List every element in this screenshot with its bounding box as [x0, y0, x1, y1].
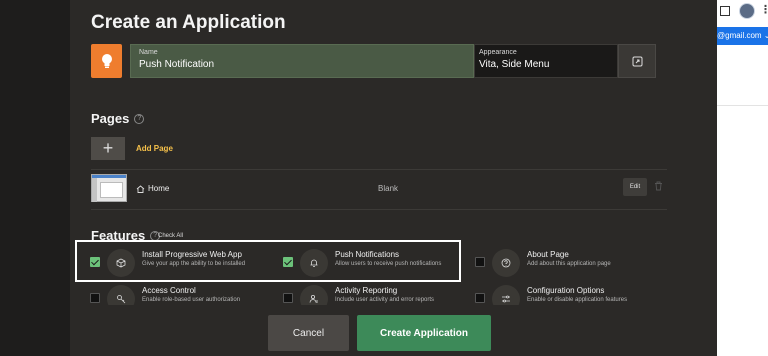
edit-page-button[interactable]: Edit [623, 178, 647, 196]
feature-description: Add about this application page [527, 261, 611, 267]
add-page-link[interactable]: Add Page [136, 144, 173, 153]
feature-title: About Page [527, 250, 569, 259]
name-label: Name [139, 49, 158, 56]
divider [91, 209, 667, 210]
help-icon[interactable]: ? [134, 113, 145, 124]
pages-section-title: Pages ? [91, 111, 145, 126]
divider [91, 169, 667, 170]
appearance-value: Vita, Side Menu [479, 59, 550, 70]
feature-checkbox[interactable] [90, 293, 100, 303]
feature-checkbox[interactable] [475, 293, 485, 303]
page-type: Blank [378, 184, 399, 193]
feature-title: Access Control [142, 286, 196, 295]
home-icon [136, 184, 145, 193]
feature-title: Configuration Options [527, 286, 605, 295]
appearance-label: Appearance [479, 49, 517, 56]
plus-icon: + [102, 138, 114, 158]
lightbulb-icon [101, 54, 112, 68]
question-icon [492, 249, 520, 277]
pages-title: Pages [91, 111, 130, 126]
feature-checkbox[interactable] [475, 257, 485, 267]
page-row-home[interactable]: Home [136, 184, 169, 193]
dialog-title: Create an Application [91, 12, 286, 33]
name-field[interactable]: Name Push Notification [130, 44, 474, 78]
background-page-right: ⋮ @gmail.com ⌄ [717, 0, 768, 356]
menu-dots-icon[interactable]: ⋮ [760, 3, 768, 16]
trash-icon[interactable] [654, 181, 663, 191]
feature-description: Include user activity and error reports [335, 297, 435, 303]
window-icon[interactable] [720, 6, 730, 16]
page-thumbnail [91, 174, 127, 202]
background-page-left [0, 0, 70, 356]
appearance-edit-button[interactable] [618, 44, 656, 78]
name-value: Push Notification [139, 59, 215, 70]
add-page-button[interactable]: + [91, 137, 125, 160]
feature-title: Activity Reporting [335, 286, 398, 295]
account-text: @gmail.com [717, 31, 762, 40]
feature-description: Enable or disable application features [527, 297, 628, 303]
feature-checkbox[interactable] [283, 293, 293, 303]
create-application-dialog: Create an Application Name Push Notifica… [70, 0, 717, 356]
avatar[interactable] [739, 3, 755, 19]
cancel-button[interactable]: Cancel [268, 315, 349, 351]
check-all-link[interactable]: Check All [158, 233, 183, 239]
dialog-footer: Cancel Create Application [70, 305, 717, 356]
feature-description: Enable role-based user authorization [142, 297, 241, 303]
appearance-field[interactable]: Appearance Vita, Side Menu [474, 44, 618, 78]
create-application-button[interactable]: Create Application [357, 315, 491, 351]
divider [717, 105, 768, 106]
external-edit-icon [632, 56, 642, 66]
feature-about-page[interactable]: About Page Add about this application pa… [475, 248, 660, 278]
account-menu[interactable]: @gmail.com ⌄ [717, 27, 768, 45]
selection-highlight [75, 240, 461, 282]
app-icon-picker[interactable] [91, 44, 122, 78]
page-name: Home [148, 184, 170, 193]
browser-toolbar: ⋮ [717, 0, 768, 24]
